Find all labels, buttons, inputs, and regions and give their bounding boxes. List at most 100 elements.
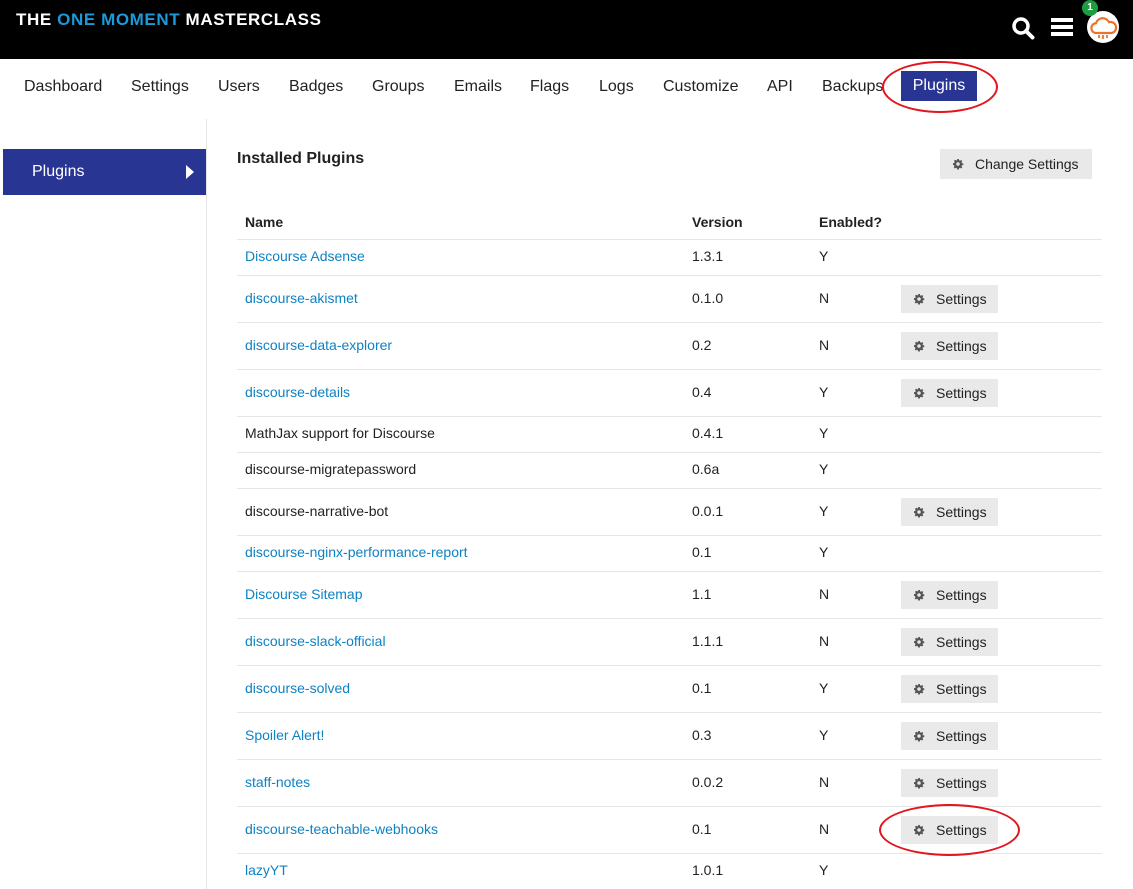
- plugin-version: 0.1: [692, 679, 712, 696]
- table-divider: [237, 853, 1102, 854]
- plugin-settings-button[interactable]: Settings: [901, 815, 998, 844]
- plugin-enabled: N: [819, 336, 830, 353]
- change-settings-button[interactable]: Change Settings: [940, 149, 1092, 179]
- plugin-name: discourse-narrative-bot: [245, 502, 389, 519]
- plugin-version: 1.1.1: [692, 632, 724, 649]
- nav-dashboard[interactable]: Dashboard: [24, 78, 102, 96]
- page-title: Installed Plugins: [237, 150, 365, 167]
- plugin-name-link[interactable]: staff-notes: [245, 774, 310, 790]
- plugin-settings-button[interactable]: Settings: [901, 627, 998, 656]
- nav-api[interactable]: API: [767, 78, 793, 96]
- hamburger-menu-icon[interactable]: [1051, 16, 1073, 43]
- plugin-version: 1.0.1: [692, 862, 724, 878]
- plugin-version: 1.1: [692, 585, 712, 602]
- user-avatar[interactable]: [1087, 11, 1119, 43]
- notification-badge[interactable]: 1: [1082, 0, 1098, 16]
- settings-label: Settings: [936, 384, 987, 401]
- nav-emails[interactable]: Emails: [454, 78, 502, 96]
- plugin-name: MathJax support for Discourse: [245, 425, 435, 441]
- column-header-version: Version: [692, 214, 743, 230]
- nav-flags[interactable]: Flags: [530, 78, 569, 96]
- gear-icon: [914, 340, 925, 351]
- plugin-settings-button[interactable]: Settings: [901, 674, 998, 703]
- sidebar-item-plugins[interactable]: Plugins: [3, 149, 206, 195]
- settings-label: Settings: [936, 821, 987, 838]
- plugin-name-link[interactable]: discourse-nginx-performance-report: [245, 544, 468, 560]
- table-divider: [237, 571, 1102, 572]
- plugin-enabled: Y: [819, 544, 829, 560]
- plugin-enabled: N: [819, 585, 830, 602]
- plugin-settings-button[interactable]: Settings: [901, 768, 998, 797]
- plugin-enabled: Y: [819, 425, 829, 441]
- gear-icon: [914, 824, 925, 835]
- plugin-settings-button[interactable]: Settings: [901, 497, 998, 526]
- plugin-name-link[interactable]: Spoiler Alert!: [245, 727, 324, 743]
- plugin-version: 0.0.2: [692, 773, 724, 790]
- logo-text-3: MASTERCLASS: [180, 10, 322, 29]
- plugin-version: 0.2: [692, 336, 712, 353]
- admin-nav: Dashboard Settings Users Badges Groups E…: [0, 59, 1133, 119]
- top-header: THE ONE MOMENT MASTERCLASS 1: [0, 0, 1133, 59]
- nav-customize[interactable]: Customize: [663, 78, 739, 96]
- plugin-settings-button[interactable]: Settings: [901, 331, 998, 360]
- plugin-enabled: Y: [819, 248, 829, 264]
- plugin-name: discourse-migratepassword: [245, 461, 417, 477]
- logo-text-1: THE: [16, 10, 58, 29]
- plugin-version: 0.4.1: [692, 425, 724, 441]
- search-icon[interactable]: [1011, 16, 1035, 45]
- nav-users[interactable]: Users: [218, 78, 260, 96]
- settings-label: Settings: [936, 633, 987, 650]
- plugin-enabled: Y: [819, 862, 829, 878]
- nav-groups[interactable]: Groups: [372, 78, 424, 96]
- change-settings-label: Change Settings: [975, 156, 1079, 172]
- plugin-enabled: N: [819, 820, 830, 837]
- settings-label: Settings: [936, 727, 987, 744]
- table-divider: [237, 618, 1102, 619]
- plugin-enabled: N: [819, 773, 830, 790]
- chevron-right-icon: [186, 165, 194, 179]
- settings-label: Settings: [936, 337, 987, 354]
- settings-label: Settings: [936, 586, 987, 603]
- plugin-name-link[interactable]: discourse-data-explorer: [245, 337, 392, 353]
- plugin-enabled: Y: [819, 726, 829, 743]
- plugin-version: 0.3: [692, 726, 712, 743]
- plugin-version: 0.4: [692, 383, 712, 400]
- nav-settings[interactable]: Settings: [131, 78, 189, 96]
- gear-icon: [914, 589, 925, 600]
- gear-icon: [953, 159, 964, 170]
- nav-badges[interactable]: Badges: [289, 78, 343, 96]
- plugin-version: 1.3.1: [692, 248, 724, 264]
- table-divider: [237, 712, 1102, 713]
- table-divider: [237, 416, 1102, 417]
- plugin-enabled: Y: [819, 502, 829, 519]
- plugin-settings-button[interactable]: Settings: [901, 378, 998, 407]
- gear-icon: [914, 730, 925, 741]
- plugin-version: 0.1: [692, 820, 712, 837]
- plugin-name-link[interactable]: discourse-teachable-webhooks: [245, 821, 438, 837]
- table-divider: [237, 759, 1102, 760]
- nav-plugins-active[interactable]: Plugins: [901, 71, 977, 101]
- plugin-enabled: N: [819, 632, 830, 649]
- plugin-settings-button[interactable]: Settings: [901, 721, 998, 750]
- plugin-enabled: Y: [819, 383, 829, 400]
- nav-logs[interactable]: Logs: [599, 78, 634, 96]
- settings-label: Settings: [936, 774, 987, 791]
- plugin-version: 0.1: [692, 544, 712, 560]
- plugin-version: 0.1.0: [692, 289, 724, 306]
- plugin-name-link[interactable]: discourse-details: [245, 384, 350, 400]
- plugin-name-link[interactable]: Discourse Sitemap: [245, 586, 363, 602]
- plugin-settings-button[interactable]: Settings: [901, 284, 998, 313]
- plugin-version: 0.0.1: [692, 502, 724, 519]
- plugin-name-link[interactable]: discourse-akismet: [245, 290, 358, 306]
- plugin-name-link[interactable]: lazyYT: [245, 862, 288, 878]
- gear-icon: [914, 683, 925, 694]
- logo-text-2: ONE MOMENT: [57, 10, 181, 29]
- settings-label: Settings: [936, 680, 987, 697]
- plugin-name-link[interactable]: Discourse Adsense: [245, 248, 365, 264]
- cloud-avatar-icon: [1090, 17, 1118, 39]
- site-logo[interactable]: THE ONE MOMENT MASTERCLASS: [16, 10, 322, 30]
- plugin-settings-button[interactable]: Settings: [901, 580, 998, 609]
- plugin-name-link[interactable]: discourse-slack-official: [245, 633, 386, 649]
- plugin-name-link[interactable]: discourse-solved: [245, 680, 350, 696]
- nav-backups[interactable]: Backups: [822, 78, 883, 96]
